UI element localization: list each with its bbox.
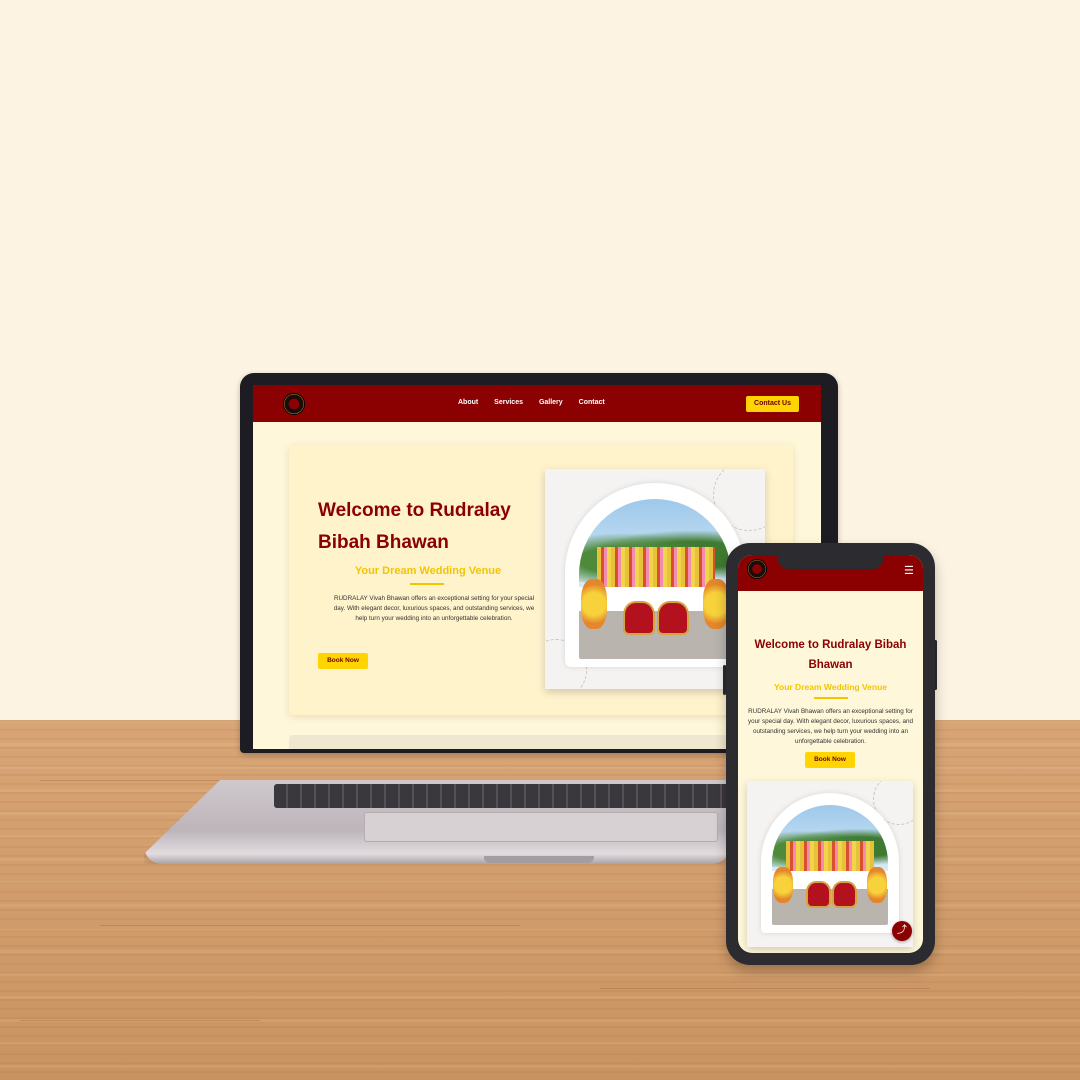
wedding-stage-photo	[579, 499, 731, 659]
nav-link-services[interactable]: Services	[494, 399, 523, 406]
laptop-nav-links: About Services Gallery Contact	[458, 399, 619, 406]
phone-wedding-stage-photo	[772, 805, 888, 925]
logo-icon[interactable]	[283, 393, 305, 415]
hero-title: Welcome to Rudralay Bibah Bhawan	[318, 495, 578, 559]
nav-link-contact[interactable]: Contact	[579, 399, 605, 406]
phone-hero-title: Welcome to Rudralay Bibah Bhawan	[754, 639, 907, 671]
arch-frame	[565, 483, 745, 667]
hamburger-icon[interactable]: ☰	[904, 564, 914, 577]
hero-description: RUDRALAY Vivah Bhawan offers an exceptio…	[333, 595, 535, 622]
laptop-base	[144, 780, 730, 864]
phone-notch	[778, 555, 883, 569]
logo-icon[interactable]	[747, 559, 767, 579]
hero-title-line1: Welcome to Rudralay	[318, 500, 511, 521]
phone-subtitle-underline	[814, 697, 848, 699]
phone-hero-subtitle: Your Dream Wedding Venue	[773, 682, 888, 692]
phone-screen: ☰ Welcome to Rudralay Bibah Bhawan Your …	[738, 555, 923, 953]
subtitle-underline	[410, 583, 444, 585]
laptop-navbar: About Services Gallery Contact Contact U…	[253, 385, 821, 422]
phone-book-now-button[interactable]: Book Now	[805, 752, 855, 768]
next-section-preview	[289, 735, 793, 749]
nav-link-gallery[interactable]: Gallery	[539, 399, 563, 406]
hero-subtitle: Your Dream Wedding Venue	[354, 565, 502, 577]
nav-link-about[interactable]: About	[458, 399, 478, 406]
hero-title-line2: Bibah Bhawan	[318, 532, 449, 553]
phone-hero-description: RUDRALAY Vivah Bhawan offers an exceptio…	[747, 708, 914, 746]
laptop-hero-card: Welcome to Rudralay Bibah Bhawan Your Dr…	[289, 445, 793, 715]
laptop-keyboard	[274, 784, 730, 808]
book-now-button[interactable]: Book Now	[318, 653, 368, 669]
share-icon[interactable]: ⤴	[892, 921, 912, 941]
phone-venue-image	[747, 781, 913, 947]
contact-us-button[interactable]: Contact Us	[746, 396, 799, 412]
phone: ☰ Welcome to Rudralay Bibah Bhawan Your …	[726, 543, 935, 965]
laptop-hinge	[484, 856, 594, 863]
phone-arch-frame	[761, 793, 899, 933]
laptop-touchpad	[364, 812, 718, 842]
